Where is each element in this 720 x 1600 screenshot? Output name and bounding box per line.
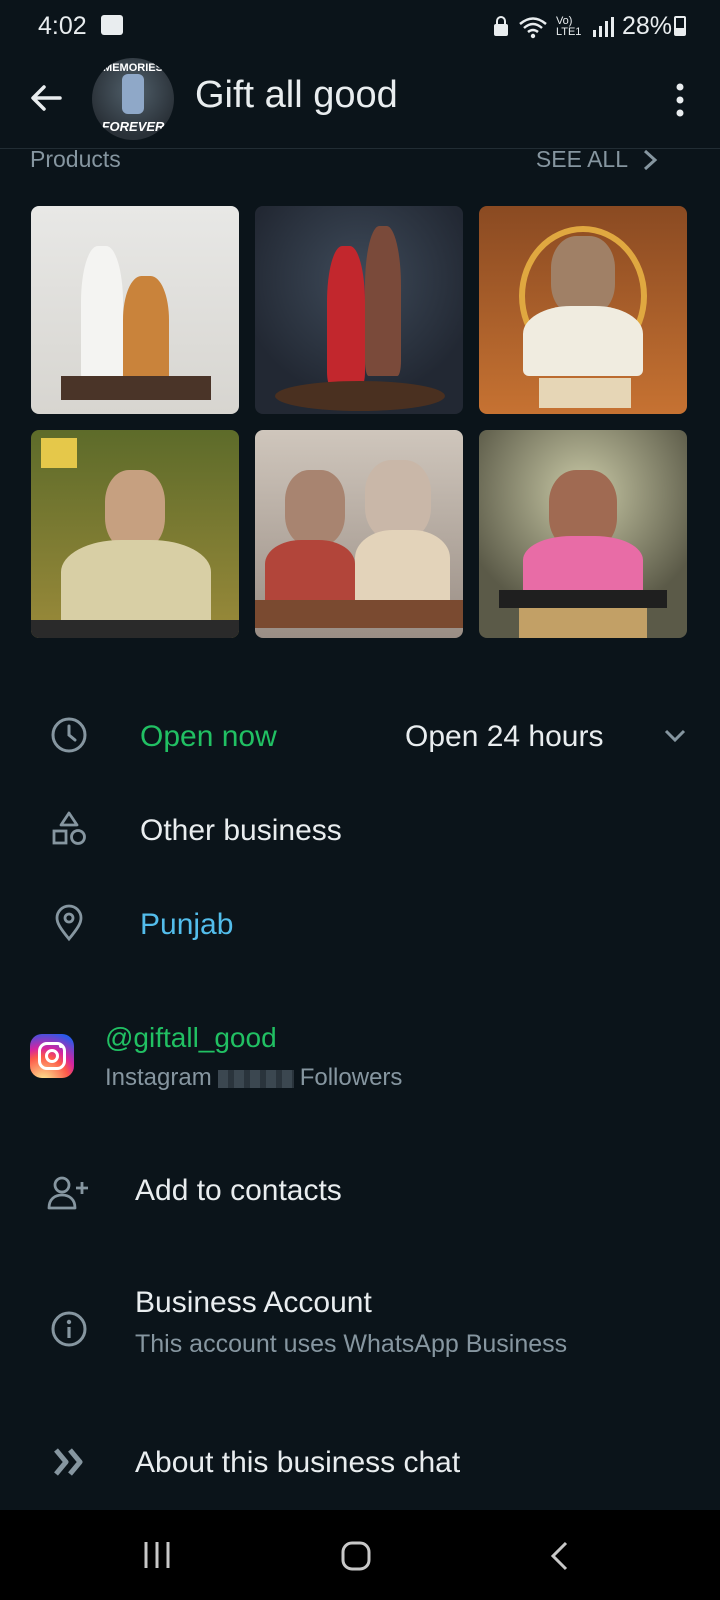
more-options-icon[interactable] (668, 80, 692, 120)
instagram-suffix: Followers (299, 1064, 403, 1091)
business-account-title: Business Account (135, 1286, 372, 1319)
about-chat-row[interactable]: About this business chat (0, 1434, 720, 1494)
status-time: 4:02 (38, 12, 87, 40)
lock-icon (493, 15, 508, 36)
business-account-row[interactable]: Business Account This account uses Whats… (0, 1286, 720, 1370)
recents-icon[interactable] (142, 1540, 172, 1570)
avatar-bottom-text: FOREVER (101, 119, 165, 134)
about-chat-label[interactable]: About this business chat (135, 1446, 460, 1480)
system-back-icon[interactable] (548, 1540, 572, 1572)
open-status: Open now (140, 720, 277, 753)
products-label: Products (30, 146, 121, 172)
redacted-count (217, 1069, 294, 1088)
double-chevron-icon (54, 1448, 83, 1476)
category-row: Other business (0, 794, 720, 864)
add-contact-row[interactable]: Add to contacts (0, 1162, 720, 1232)
business-account-subtitle: This account uses WhatsApp Business (135, 1330, 568, 1358)
add-contact-label[interactable]: Add to contacts (135, 1174, 342, 1208)
products-header: Products SEE ALL (30, 146, 680, 176)
info-icon (51, 1311, 87, 1347)
chevron-down-icon[interactable] (662, 722, 688, 748)
product-tile[interactable] (31, 430, 239, 638)
gallery-notification-icon (101, 15, 123, 35)
system-nav-bar (0, 1510, 720, 1600)
hours-detail: Open 24 hours (405, 720, 604, 753)
product-tile[interactable] (479, 206, 687, 414)
instagram-followers: Instagram Followers (105, 1064, 402, 1092)
instagram-icon[interactable] (30, 1034, 74, 1078)
clock-icon (51, 717, 87, 753)
status-right-icons: Vo) LTE1 28% (492, 12, 672, 41)
avatar-top-text: MEMORIES (103, 62, 163, 74)
signal-icon (592, 16, 614, 37)
product-tile[interactable] (31, 206, 239, 414)
home-icon[interactable] (340, 1540, 372, 1572)
add-person-icon (47, 1176, 88, 1210)
network-label: Vo) LTE1 (555, 14, 582, 38)
business-avatar[interactable]: MEMORIES FOREVER (92, 58, 174, 140)
shapes-icon (52, 811, 86, 845)
product-tile[interactable] (255, 206, 463, 414)
battery-icon (674, 16, 686, 36)
back-arrow-icon[interactable] (28, 80, 64, 116)
location-row[interactable]: Punjab (0, 888, 720, 958)
see-all-button[interactable]: SEE ALL (536, 146, 628, 173)
business-name[interactable]: Gift all good (195, 74, 398, 117)
battery-percent: 28% (621, 12, 672, 40)
product-tile[interactable] (255, 430, 463, 638)
hours-row[interactable]: Open now Open 24 hours (0, 700, 720, 770)
business-category: Other business (140, 814, 342, 847)
status-bar: 4:02 Vo) LTE1 28% (0, 0, 720, 52)
wifi-icon (519, 16, 547, 38)
app-bar: MEMORIES FOREVER Gift all good (0, 52, 720, 149)
product-tile[interactable] (479, 430, 687, 638)
instagram-prefix: Instagram (105, 1064, 212, 1091)
instagram-handle[interactable]: @giftall_good (105, 1022, 277, 1054)
chevron-right-icon[interactable] (640, 148, 660, 172)
business-location[interactable]: Punjab (140, 908, 233, 942)
location-pin-icon (55, 904, 83, 942)
